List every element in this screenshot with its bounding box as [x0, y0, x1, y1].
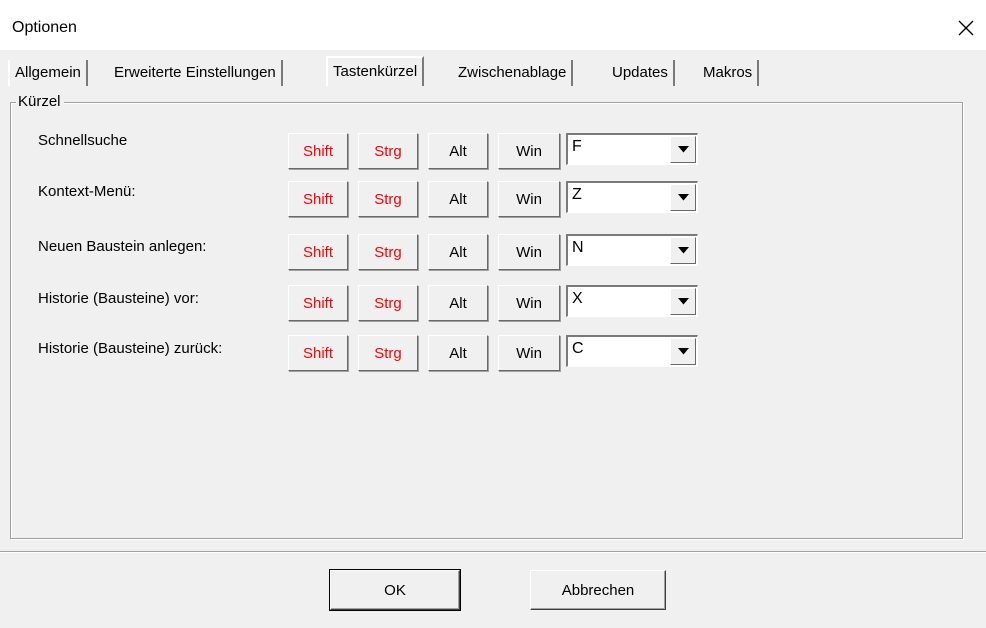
shift-button[interactable]: Shift	[288, 133, 348, 169]
shift-button[interactable]: Shift	[288, 234, 348, 270]
win-button[interactable]: Win	[498, 133, 560, 169]
win-button[interactable]: Win	[498, 234, 560, 270]
dropdown-arrow[interactable]	[670, 288, 696, 315]
win-button[interactable]: Win	[498, 335, 560, 371]
win-button[interactable]: Win	[498, 285, 560, 321]
key-select-value: F	[572, 138, 582, 155]
tab-bar: Allgemein Erweiterte Einstellungen Taste…	[0, 50, 986, 92]
tab-allgemein[interactable]: Allgemein	[8, 60, 88, 86]
tab-tastenkuerzel[interactable]: Tastenkürzel	[326, 56, 425, 86]
dropdown-arrow[interactable]	[670, 338, 696, 365]
shift-button[interactable]: Shift	[288, 181, 348, 217]
win-button[interactable]: Win	[498, 181, 560, 217]
strg-button[interactable]: Strg	[358, 181, 418, 217]
key-select-value: C	[572, 340, 584, 357]
title-bar: Optionen	[0, 0, 986, 50]
strg-button[interactable]: Strg	[358, 133, 418, 169]
alt-button[interactable]: Alt	[428, 133, 488, 169]
shortcut-label: Historie (Bausteine) vor:	[38, 290, 199, 307]
key-select-value: Z	[572, 186, 582, 203]
shortcut-label: Neuen Baustein anlegen:	[38, 238, 207, 255]
strg-button[interactable]: Strg	[358, 285, 418, 321]
shift-button[interactable]: Shift	[288, 335, 348, 371]
tab-updates[interactable]: Updates	[607, 60, 675, 86]
key-select[interactable]: N	[566, 234, 698, 266]
dropdown-arrow[interactable]	[670, 136, 696, 163]
tab-makros[interactable]: Makros	[698, 60, 760, 86]
dropdown-arrow[interactable]	[670, 184, 696, 211]
tab-zwischenablage[interactable]: Zwischenablage	[453, 60, 574, 86]
shortcut-label: Kontext-Menü:	[38, 183, 136, 200]
group-title: Kürzel	[16, 93, 64, 111]
dropdown-arrow[interactable]	[670, 237, 696, 264]
key-select[interactable]: F	[566, 133, 698, 165]
ok-button[interactable]: OK	[329, 569, 461, 611]
alt-button[interactable]: Alt	[428, 285, 488, 321]
chevron-down-icon	[677, 194, 689, 201]
key-select-value: N	[572, 239, 584, 256]
tab-erweiterte-einstellungen[interactable]: Erweiterte Einstellungen	[109, 60, 283, 86]
shortcut-label: Historie (Bausteine) zurück:	[38, 340, 223, 357]
footer-separator-highlight	[0, 552, 986, 553]
close-button[interactable]	[946, 10, 986, 46]
close-icon	[958, 20, 974, 36]
alt-button[interactable]: Alt	[428, 181, 488, 217]
shortcut-label: Schnellsuche	[38, 132, 128, 149]
chevron-down-icon	[677, 146, 689, 153]
key-select[interactable]: C	[566, 335, 698, 367]
key-select[interactable]: X	[566, 285, 698, 317]
alt-button[interactable]: Alt	[428, 234, 488, 270]
chevron-down-icon	[677, 247, 689, 254]
key-select[interactable]: Z	[566, 181, 698, 213]
chevron-down-icon	[677, 348, 689, 355]
key-select-value: X	[572, 290, 583, 307]
chevron-down-icon	[677, 298, 689, 305]
shift-button[interactable]: Shift	[288, 285, 348, 321]
cancel-button[interactable]: Abbrechen	[530, 570, 666, 610]
strg-button[interactable]: Strg	[358, 234, 418, 270]
strg-button[interactable]: Strg	[358, 335, 418, 371]
alt-button[interactable]: Alt	[428, 335, 488, 371]
window-title: Optionen	[12, 19, 77, 36]
